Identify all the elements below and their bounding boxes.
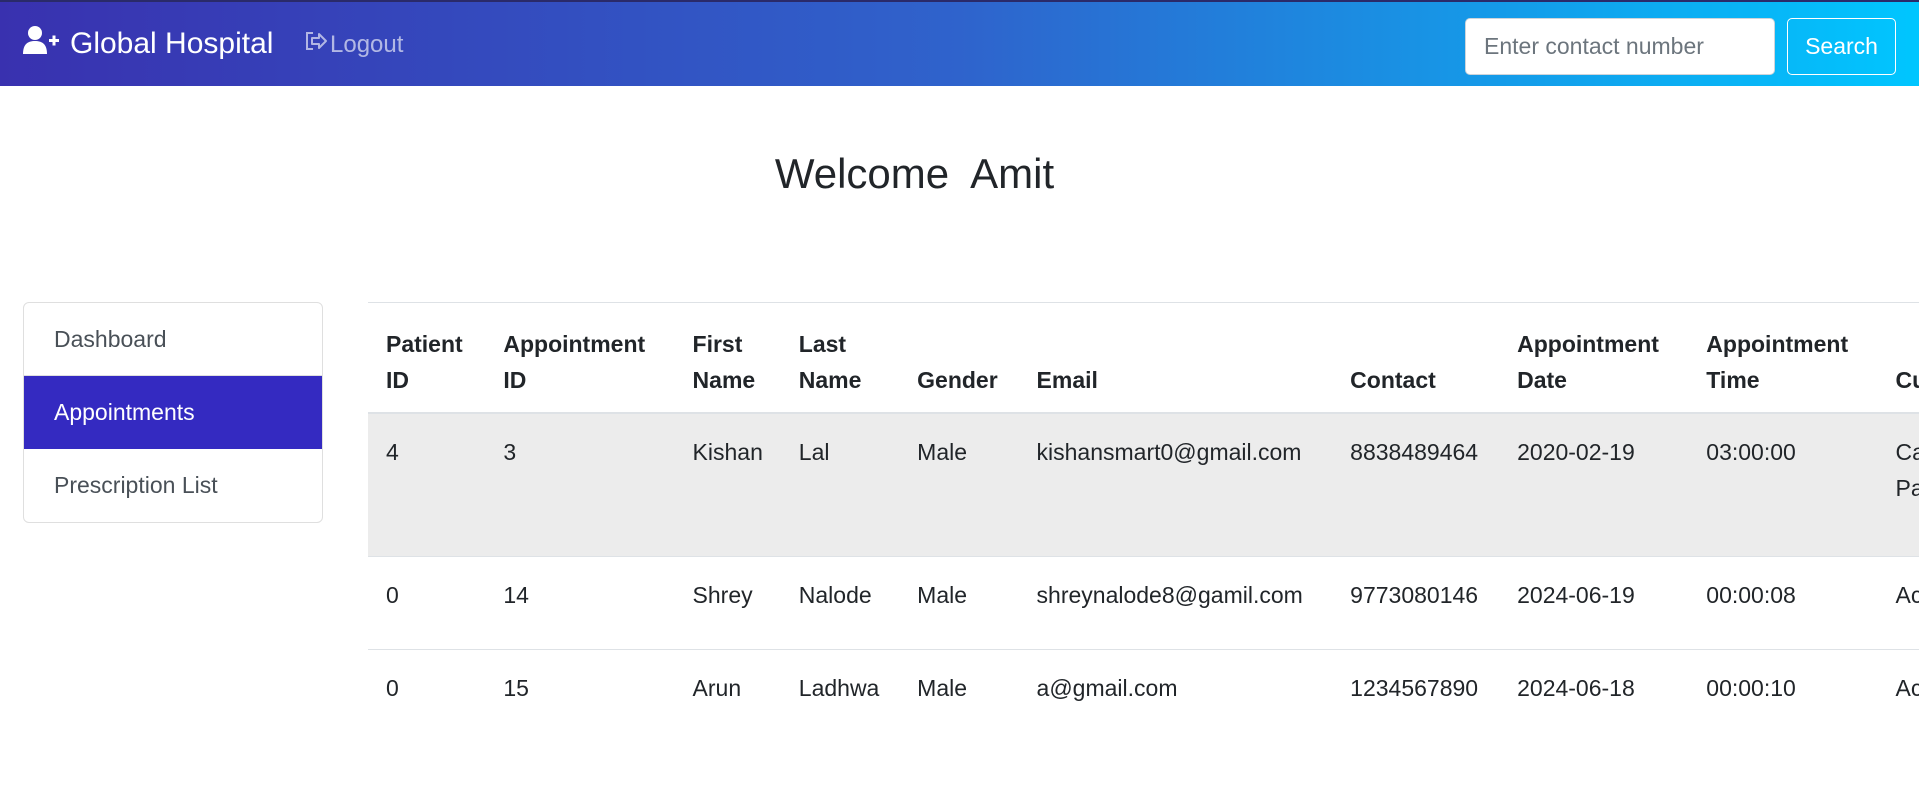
cell-last-name: Lal bbox=[780, 412, 900, 557]
column-header-patient-id: Patient ID bbox=[368, 302, 486, 414]
cell-appointment-time: 00:00:10 bbox=[1688, 649, 1878, 743]
cell-current-status: Active bbox=[1877, 649, 1919, 743]
cell-first-name: Kishan bbox=[674, 412, 781, 557]
cell-appointment-id: 14 bbox=[485, 556, 675, 650]
brand-title: Global Hospital bbox=[70, 27, 274, 60]
sidebar-item-appointments[interactable]: Appointments bbox=[24, 376, 322, 449]
user-plus-icon bbox=[22, 25, 70, 63]
table-header-row: Patient ID Appointment ID First Name Las… bbox=[368, 302, 1919, 414]
cell-appointment-id: 15 bbox=[485, 649, 675, 743]
sidebar-item-dashboard[interactable]: Dashboard bbox=[24, 303, 322, 376]
column-header-contact: Contact bbox=[1332, 302, 1500, 414]
cell-gender: Male bbox=[899, 412, 1019, 557]
cell-patient-id: 0 bbox=[368, 649, 486, 743]
welcome-heading: Welcome Amit bbox=[774, 150, 1055, 197]
cell-appointment-date: 2020-02-19 bbox=[1499, 412, 1689, 557]
logout-link[interactable]: Logout bbox=[304, 30, 403, 59]
column-header-last-name: Last Name bbox=[780, 302, 900, 414]
cell-email: shreynalode8@gamil.com bbox=[1018, 556, 1333, 650]
table-row: 0 15 Arun Ladhwa Male a@gmail.com 123456… bbox=[368, 649, 1919, 743]
sidebar-item-prescription-list[interactable]: Prescription List bbox=[24, 449, 322, 522]
cell-appointment-date: 2024-06-19 bbox=[1499, 556, 1689, 650]
column-header-gender: Gender bbox=[899, 302, 1019, 414]
cell-last-name: Ladhwa bbox=[780, 649, 900, 743]
cell-last-name: Nalode bbox=[780, 556, 900, 650]
logout-label: Logout bbox=[330, 30, 404, 58]
cell-appointment-time: 03:00:00 bbox=[1688, 412, 1878, 557]
cell-patient-id: 0 bbox=[368, 556, 486, 650]
cell-first-name: Shrey bbox=[674, 556, 781, 650]
cell-gender: Male bbox=[899, 556, 1019, 650]
column-header-appointment-time: Appointment Time bbox=[1688, 302, 1878, 414]
cell-contact: 9773080146 bbox=[1332, 556, 1500, 650]
appointments-table: Patient ID Appointment ID First Name Las… bbox=[368, 302, 1919, 743]
search-button[interactable]: Search bbox=[1787, 18, 1896, 75]
appointments-table-container: Patient ID Appointment ID First Name Las… bbox=[368, 302, 1919, 788]
cell-first-name: Arun bbox=[674, 649, 781, 743]
sign-out-icon bbox=[304, 30, 330, 59]
cell-appointment-id: 3 bbox=[485, 412, 675, 557]
brand[interactable]: Global Hospital bbox=[22, 24, 273, 64]
cell-appointment-date: 2024-06-18 bbox=[1499, 649, 1689, 743]
column-header-first-name: First Name bbox=[674, 302, 781, 414]
table-row: 4 3 Kishan Lal Male kishansmart0@gmail.c… bbox=[368, 412, 1919, 557]
column-header-appointment-date: Appointment Date bbox=[1499, 302, 1689, 414]
cell-current-status: Active bbox=[1877, 556, 1919, 650]
cell-patient-id: 4 bbox=[368, 412, 486, 557]
cell-current-status: Cancelled by Patient bbox=[1877, 412, 1919, 557]
sidebar: Dashboard Appointments Prescription List bbox=[23, 302, 323, 523]
contact-search-input[interactable] bbox=[1465, 18, 1775, 75]
table-row: 0 14 Shrey Nalode Male shreynalode8@gami… bbox=[368, 556, 1919, 650]
navbar: Global Hospital Logout Search bbox=[0, 0, 1919, 86]
cell-appointment-time: 00:00:08 bbox=[1688, 556, 1878, 650]
column-header-appointment-id: Appointment ID bbox=[485, 302, 675, 414]
column-header-email: Email bbox=[1018, 302, 1333, 414]
cell-email: a@gmail.com bbox=[1018, 649, 1333, 743]
cell-email: kishansmart0@gmail.com bbox=[1018, 412, 1333, 557]
cell-gender: Male bbox=[899, 649, 1019, 743]
cell-contact: 8838489464 bbox=[1332, 412, 1500, 557]
column-header-current-status: Current Status bbox=[1877, 302, 1919, 414]
cell-contact: 1234567890 bbox=[1332, 649, 1500, 743]
